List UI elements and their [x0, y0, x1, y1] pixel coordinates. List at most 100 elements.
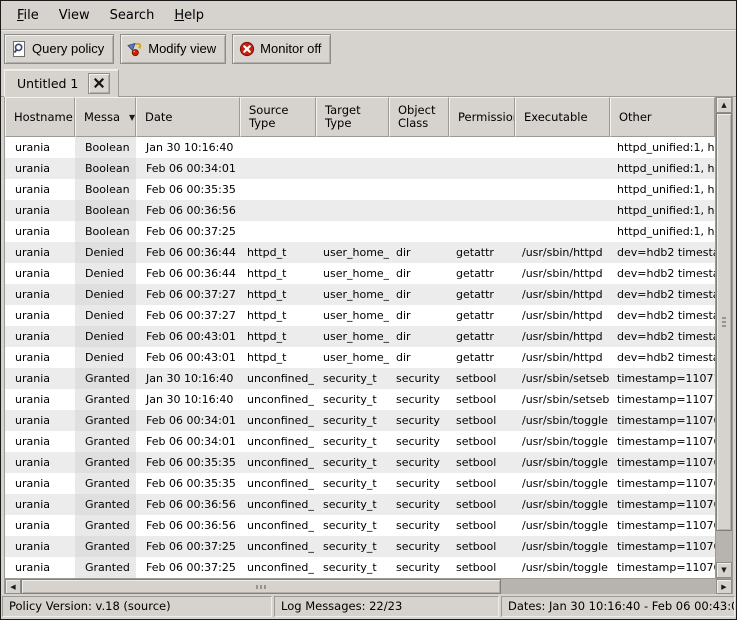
table-cell: Denied — [75, 326, 136, 347]
table-row[interactable]: uraniaGrantedFeb 06 00:36:56unconfined_s… — [5, 515, 715, 536]
table-row[interactable]: uraniaBooleanFeb 06 00:34:01httpd_unifie… — [5, 158, 715, 179]
table-cell: setbool — [449, 452, 515, 473]
table-row[interactable]: uraniaDeniedFeb 06 00:37:27httpd_tuser_h… — [5, 305, 715, 326]
column-header-source-type[interactable]: Source Type — [240, 97, 316, 137]
table-cell: /usr/sbin/httpd — [515, 284, 610, 305]
vertical-scroll-thumb[interactable] — [716, 113, 732, 531]
vertical-scrollbar[interactable]: ▲ ▼ — [715, 97, 732, 578]
table-row[interactable]: uraniaGrantedFeb 06 00:37:25unconfined_s… — [5, 536, 715, 557]
tab-label: Untitled 1 — [17, 76, 78, 91]
table-cell: unconfined_ — [240, 494, 316, 515]
toolbar: Query policy Modify view Monitor off — [1, 30, 736, 67]
table-cell: urania — [5, 179, 75, 200]
table-cell: setbool — [449, 515, 515, 536]
column-header-label: Target Type — [325, 104, 386, 130]
table-header-row: HostnameMessa▼DateSource Type Target Type… — [5, 97, 715, 137]
table-row[interactable]: uraniaBooleanFeb 06 00:36:56httpd_unifie… — [5, 200, 715, 221]
table-row[interactable]: uraniaDeniedFeb 06 00:43:01httpd_tuser_h… — [5, 326, 715, 347]
monitor-off-button[interactable]: Monitor off — [232, 34, 331, 64]
table-cell: urania — [5, 452, 75, 473]
table-cell: Granted — [75, 368, 136, 389]
table-row[interactable]: uraniaGrantedFeb 06 00:34:01unconfined_s… — [5, 410, 715, 431]
table-row[interactable]: uraniaGrantedFeb 06 00:34:01unconfined_s… — [5, 431, 715, 452]
tab-close-button[interactable] — [88, 73, 110, 94]
scroll-left-button[interactable]: ◀ — [5, 579, 21, 594]
table-row[interactable]: uraniaGrantedFeb 06 00:37:25unconfined_s… — [5, 557, 715, 578]
scroll-up-button[interactable]: ▲ — [716, 97, 732, 113]
table-cell: timestamp=11076 — [610, 557, 715, 578]
horizontal-scrollbar[interactable]: ◀ ▶ — [5, 578, 732, 594]
menu-view[interactable]: View — [50, 4, 99, 27]
modify-view-button[interactable]: Modify view — [120, 34, 226, 64]
scroll-right-button[interactable]: ▶ — [716, 579, 732, 594]
table-row[interactable]: uraniaDeniedFeb 06 00:43:01httpd_tuser_h… — [5, 347, 715, 368]
table-cell: Feb 06 00:36:56 — [136, 494, 240, 515]
table-row[interactable]: uraniaGrantedFeb 06 00:36:56unconfined_s… — [5, 494, 715, 515]
table-cell: timestamp=11076 — [610, 431, 715, 452]
table-cell: timestamp=11071 — [610, 368, 715, 389]
table-cell: Feb 06 00:34:01 — [136, 158, 240, 179]
column-header-other[interactable]: Other — [610, 97, 715, 137]
column-header-object-class[interactable]: Object Class — [389, 97, 449, 137]
column-header-permission[interactable]: Permission — [449, 97, 515, 137]
table-row[interactable]: uraniaGrantedJan 30 10:16:40unconfined_s… — [5, 368, 715, 389]
table-cell: security — [389, 536, 449, 557]
log-table-body: uraniaBooleanJan 30 10:16:40httpd_unifie… — [5, 137, 715, 578]
menu-search[interactable]: Search — [101, 4, 164, 27]
table-cell: getattr — [449, 347, 515, 368]
table-cell — [449, 200, 515, 221]
table-cell: httpd_unified:1, h — [610, 158, 715, 179]
column-header-target-type[interactable]: Target Type — [316, 97, 389, 137]
table-row[interactable]: uraniaBooleanFeb 06 00:37:25httpd_unifie… — [5, 221, 715, 242]
horizontal-scroll-thumb[interactable] — [21, 579, 501, 594]
table-cell: Boolean — [75, 158, 136, 179]
table-cell: timestamp=11076 — [610, 452, 715, 473]
table-cell — [240, 221, 316, 242]
table-cell: urania — [5, 536, 75, 557]
column-header-date[interactable]: Date — [136, 97, 240, 137]
table-cell — [449, 158, 515, 179]
table-cell: security — [389, 410, 449, 431]
sort-desc-icon: ▼ — [129, 111, 135, 124]
table-cell: /usr/sbin/toggle — [515, 410, 610, 431]
column-header-hostname[interactable]: Hostname — [5, 97, 75, 137]
vertical-scroll-track[interactable] — [716, 113, 732, 562]
table-cell: getattr — [449, 242, 515, 263]
table-row[interactable]: uraniaGrantedFeb 06 00:35:35unconfined_s… — [5, 452, 715, 473]
log-view-frame: HostnameMessa▼DateSource Type Target Type… — [4, 97, 733, 594]
column-header-messa[interactable]: Messa▼ — [75, 97, 136, 137]
menu-help[interactable]: Help — [165, 4, 213, 27]
table-cell: unconfined_ — [240, 368, 316, 389]
table-cell — [316, 137, 389, 158]
table-cell — [316, 200, 389, 221]
table-cell: Granted — [75, 452, 136, 473]
table-cell: Denied — [75, 347, 136, 368]
horizontal-scroll-track[interactable] — [21, 579, 716, 594]
table-cell — [515, 200, 610, 221]
table-row[interactable]: uraniaBooleanJan 30 10:16:40httpd_unifie… — [5, 137, 715, 158]
table-cell: Feb 06 00:36:56 — [136, 515, 240, 536]
table-cell: user_home_ — [316, 263, 389, 284]
table-cell: httpd_unified:1, h — [610, 200, 715, 221]
tab-untitled-1[interactable]: Untitled 1 — [4, 69, 119, 97]
table-row[interactable]: uraniaGrantedJan 30 10:16:40unconfined_s… — [5, 389, 715, 410]
thumb-grip — [256, 585, 266, 589]
scroll-down-button[interactable]: ▼ — [716, 562, 732, 578]
table-cell — [240, 200, 316, 221]
arrow-right-icon: ▶ — [721, 583, 726, 591]
table-cell: unconfined_ — [240, 452, 316, 473]
table-cell: urania — [5, 368, 75, 389]
table-row[interactable]: uraniaDeniedFeb 06 00:36:44httpd_tuser_h… — [5, 263, 715, 284]
menu-file[interactable]: File — [8, 4, 48, 27]
table-cell: dev=hdb2 timesta — [610, 305, 715, 326]
query-policy-button[interactable]: Query policy — [4, 34, 114, 64]
table-cell: urania — [5, 410, 75, 431]
table-row[interactable]: uraniaDeniedFeb 06 00:37:27httpd_tuser_h… — [5, 284, 715, 305]
table-row[interactable]: uraniaGrantedFeb 06 00:35:35unconfined_s… — [5, 473, 715, 494]
table-row[interactable]: uraniaDeniedFeb 06 00:36:44httpd_tuser_h… — [5, 242, 715, 263]
column-header-executable[interactable]: Executable — [515, 97, 610, 137]
table-cell: urania — [5, 389, 75, 410]
table-row[interactable]: uraniaBooleanFeb 06 00:35:35httpd_unifie… — [5, 179, 715, 200]
table-cell: Feb 06 00:35:35 — [136, 473, 240, 494]
table-cell: getattr — [449, 326, 515, 347]
